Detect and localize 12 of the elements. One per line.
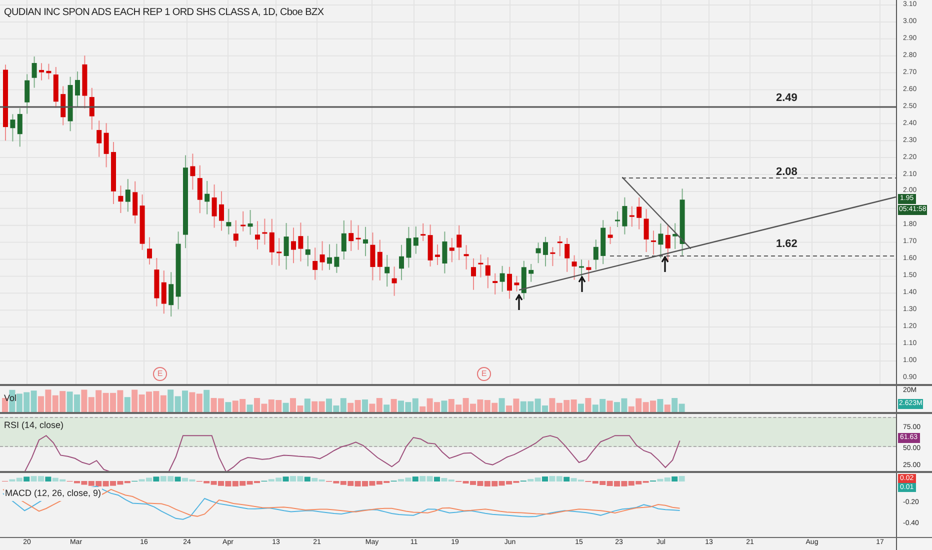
earnings-marker: E: [477, 367, 491, 381]
up-arrow-icon: [578, 276, 586, 292]
rsi-label: RSI (14, close): [4, 419, 64, 432]
up-arrow-icon: [661, 256, 669, 272]
level-label: 2.49: [776, 91, 798, 106]
earnings-marker: E: [153, 367, 167, 381]
up-arrow-icon: [515, 294, 523, 310]
level-label: 2.08: [776, 165, 798, 180]
level-label: 1.62: [776, 237, 798, 252]
volume-label: Vol: [4, 392, 17, 405]
macd-label: MACD (12, 26, close, 9): [4, 487, 102, 500]
chart-title: QUDIAN INC SPON ADS EACH REP 1 ORD SHS CLASS A, 1D, Cboe BZX: [4, 6, 324, 20]
